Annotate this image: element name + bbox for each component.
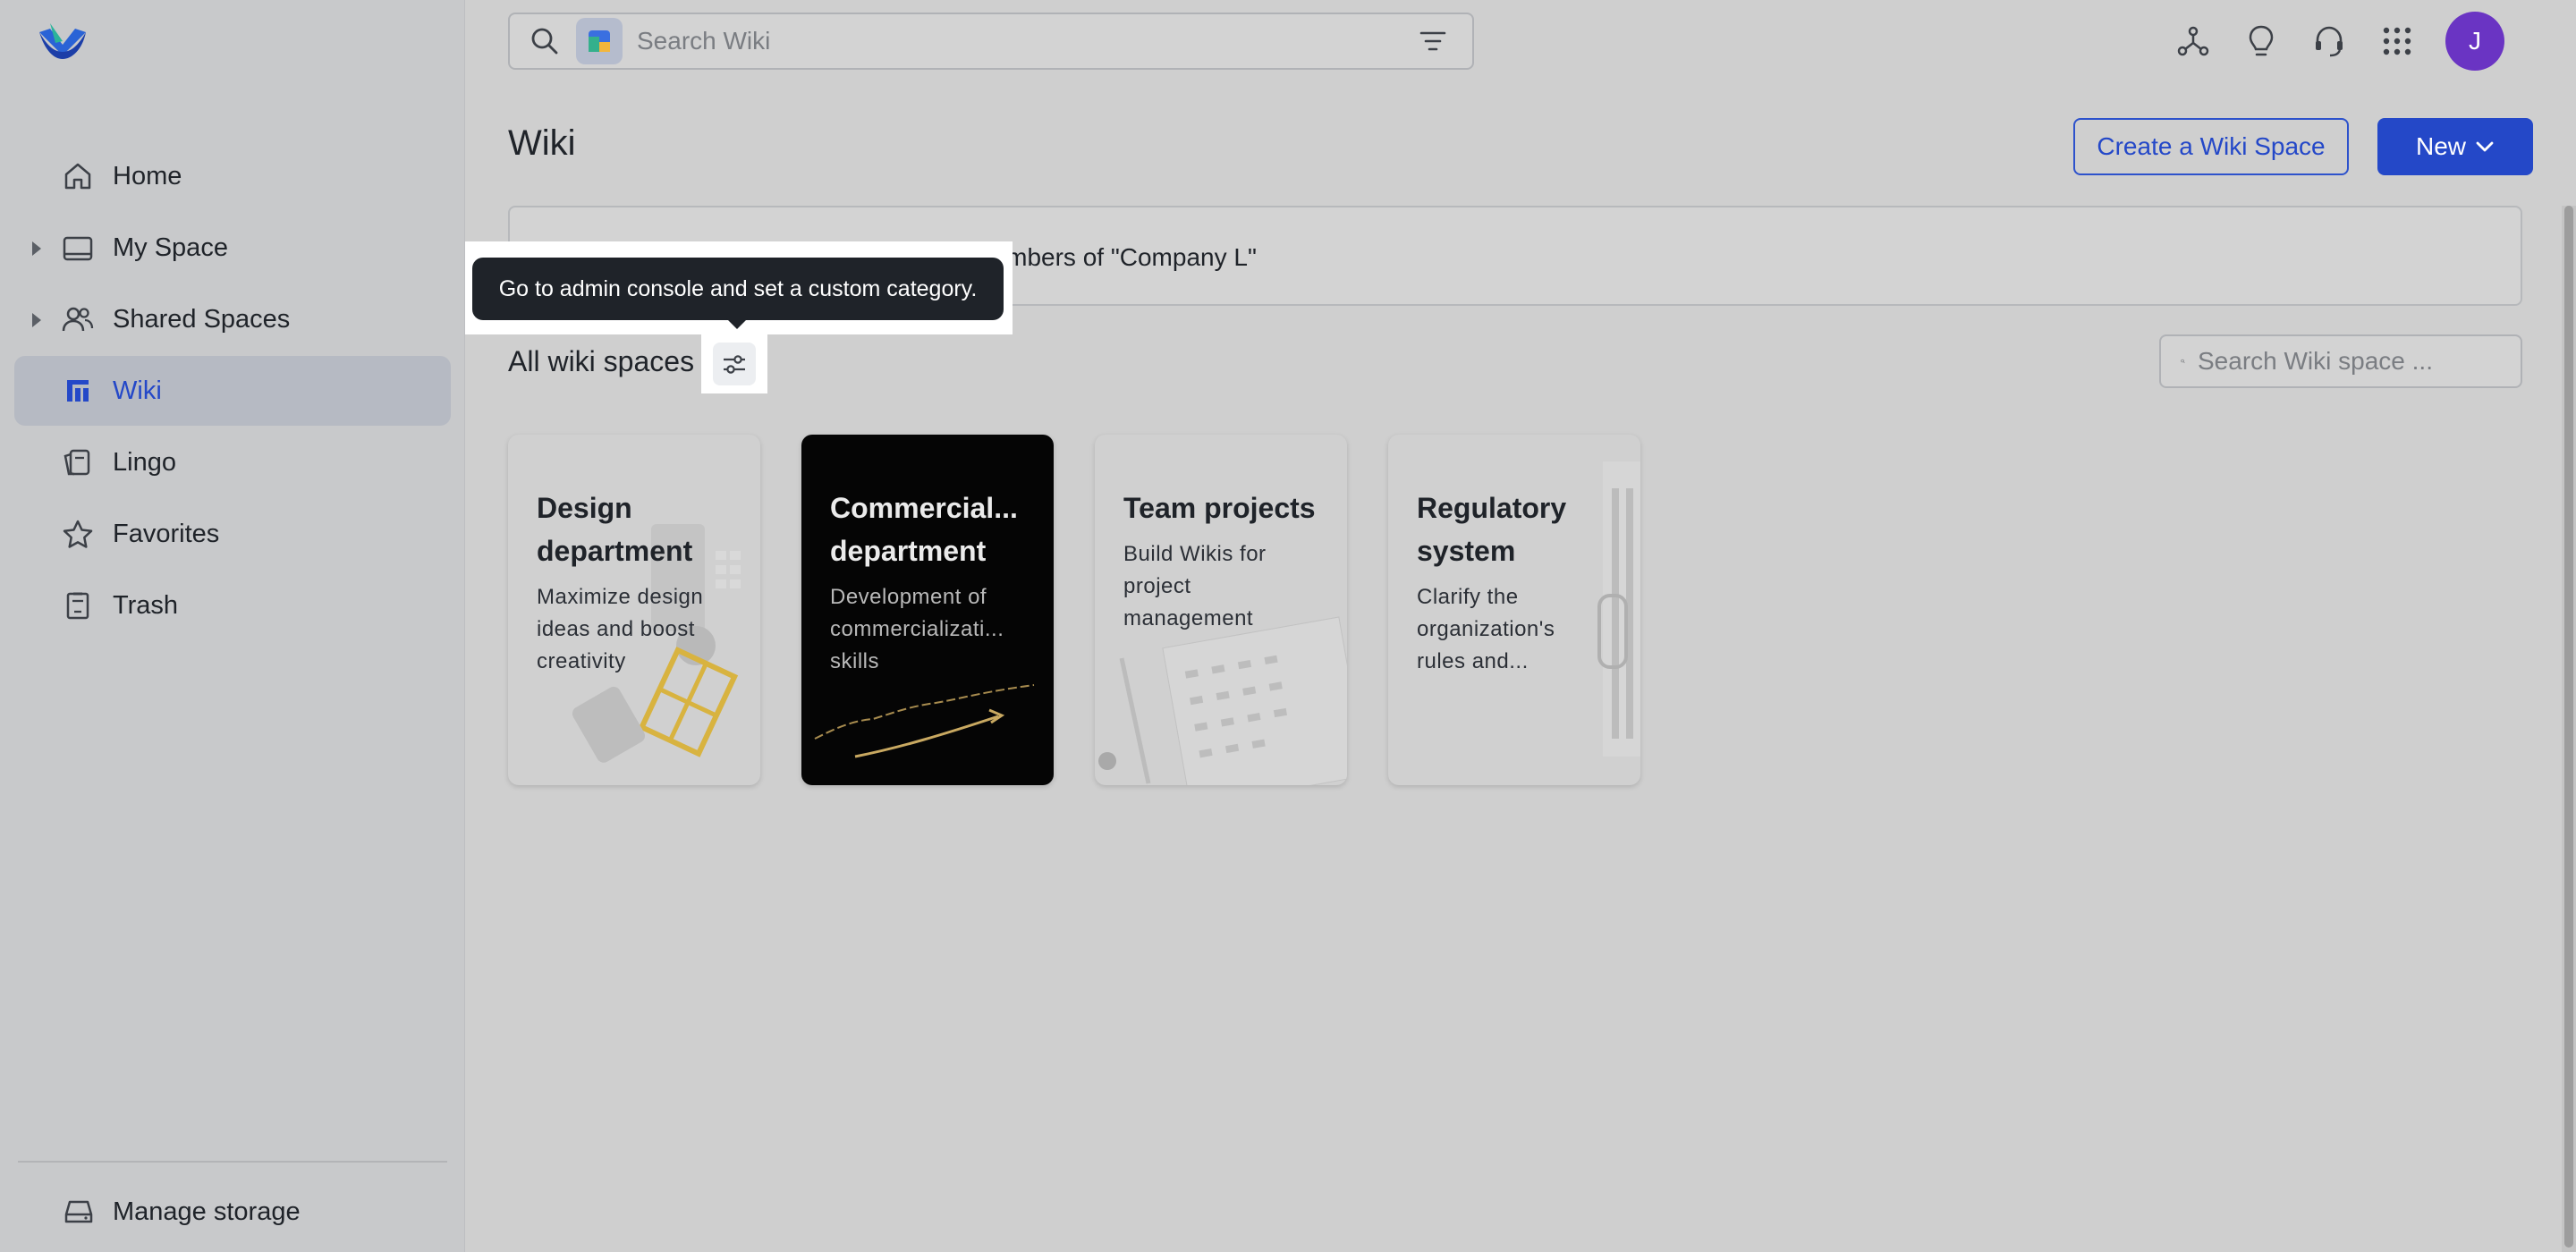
- sidebar-nav: Home My Space Shared Spaces Wiki Lingo F…: [14, 141, 451, 642]
- sidebar-item-label: Home: [113, 161, 182, 190]
- headset-support-icon[interactable]: [2309, 21, 2349, 61]
- network-hub-icon[interactable]: [2174, 21, 2213, 61]
- section-title: All wiki spaces: [508, 345, 695, 377]
- card-title: Commercial... department: [830, 492, 1018, 567]
- people-icon: [61, 302, 95, 336]
- sidebar-item-label: Trash: [113, 590, 179, 620]
- sliders-icon: [713, 343, 756, 385]
- sidebar-divider: [18, 1161, 447, 1163]
- sidebar-item-label: Wiki: [113, 376, 162, 405]
- sidebar-item-wiki[interactable]: Wiki: [14, 356, 451, 426]
- expand-caret-icon[interactable]: [32, 313, 41, 327]
- wiki-search-bar[interactable]: [508, 13, 1474, 70]
- filter-icon[interactable]: [1417, 25, 1449, 57]
- sidebar-item-label: My Space: [113, 233, 228, 262]
- trash-icon: [61, 588, 95, 622]
- sidebar-item-my-space[interactable]: My Space: [14, 213, 451, 283]
- search-icon: [531, 28, 558, 55]
- card-description: Clarify the organization's rules and...: [1417, 585, 1555, 673]
- card-title: Design department: [537, 492, 693, 567]
- lingo-icon: [61, 445, 95, 479]
- sidebar-item-trash[interactable]: Trash: [14, 571, 451, 640]
- expand-caret-icon[interactable]: [32, 241, 41, 256]
- sidebar-item-label: Lingo: [113, 447, 176, 477]
- wiki-space-search-input[interactable]: [2198, 341, 2521, 382]
- sidebar-item-home[interactable]: Home: [14, 141, 451, 211]
- manage-storage-label: Manage storage: [113, 1197, 301, 1226]
- app-logo-icon[interactable]: [36, 20, 89, 63]
- card-description: Development of commercializati... skills: [830, 585, 1004, 673]
- top-toolbar: J: [2145, 11, 2504, 72]
- tooltip-text: Go to admin console and set a custom cat…: [498, 275, 978, 301]
- page-scrollbar[interactable]: [2562, 206, 2576, 1252]
- page-title: Wiki: [508, 123, 576, 163]
- card-description: Maximize design ideas and boost creativi…: [537, 585, 704, 673]
- category-tooltip: Go to admin console and set a custom cat…: [472, 258, 1004, 320]
- card-description: Build Wikis for project management: [1123, 542, 1267, 630]
- wiki-space-card-commercial[interactable]: Commercial... department Development of …: [801, 435, 1054, 785]
- search-icon: [2181, 359, 2185, 364]
- home-icon: [61, 159, 95, 193]
- card-title: Team projects: [1123, 492, 1316, 524]
- star-icon: [61, 517, 95, 551]
- wiki-space-card-regulatory[interactable]: Regulatory system Clarify the organizati…: [1388, 435, 1640, 785]
- category-settings-button[interactable]: [701, 334, 767, 393]
- user-avatar[interactable]: J: [2445, 12, 2504, 71]
- create-wiki-space-button[interactable]: Create a Wiki Space: [2073, 118, 2349, 175]
- lightbulb-icon[interactable]: [2241, 21, 2281, 61]
- scrollbar-thumb[interactable]: [2564, 206, 2573, 1248]
- new-button-label: New: [2415, 132, 2466, 160]
- wiki-space-card-team-projects[interactable]: Team projects Build Wikis for project ma…: [1095, 435, 1347, 785]
- sidebar: Home My Space Shared Spaces Wiki Lingo F…: [0, 0, 465, 1252]
- tooltip-arrow: [726, 318, 748, 329]
- app-grid-icon[interactable]: [2377, 21, 2417, 61]
- chevron-down-icon: [2476, 141, 2494, 152]
- folder-icon: [61, 231, 95, 265]
- manage-storage-button[interactable]: Manage storage: [63, 1194, 301, 1230]
- sidebar-item-favorites[interactable]: Favorites: [14, 499, 451, 569]
- storage-drive-icon: [63, 1196, 95, 1228]
- wiki-search-input[interactable]: [637, 19, 1417, 63]
- wiki-app-icon: [576, 18, 623, 64]
- wiki-icon: [61, 374, 95, 408]
- wiki-space-card-design[interactable]: Design department Maximize design ideas …: [508, 435, 760, 785]
- new-button[interactable]: New: [2377, 118, 2533, 175]
- sidebar-item-lingo[interactable]: Lingo: [14, 427, 451, 497]
- card-title: Regulatory system: [1417, 492, 1567, 567]
- sidebar-item-label: Favorites: [113, 519, 220, 548]
- wiki-space-search[interactable]: [2159, 334, 2522, 388]
- wiki-space-cards: Design department Maximize design ideas …: [508, 435, 1682, 785]
- sidebar-item-shared-spaces[interactable]: Shared Spaces: [14, 284, 451, 354]
- sidebar-item-label: Shared Spaces: [113, 304, 291, 334]
